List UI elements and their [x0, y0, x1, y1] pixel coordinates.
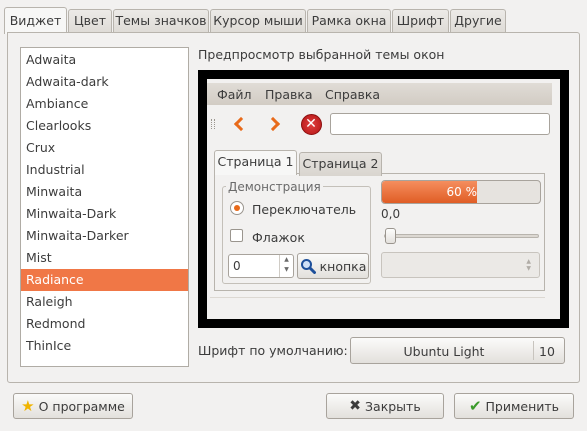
- tab-widget[interactable]: Виджет: [4, 7, 67, 34]
- demo-scale-knob[interactable]: [385, 228, 396, 244]
- preview-entry[interactable]: [330, 113, 550, 135]
- tab-mouse-cursor[interactable]: Курсор мыши: [210, 9, 306, 33]
- font-separator: [533, 341, 534, 360]
- theme-item-minwaita-darker[interactable]: Minwaita-Darker: [21, 225, 188, 247]
- spin-value: 0: [233, 259, 241, 273]
- tab-icon-themes[interactable]: Темы значков: [113, 9, 209, 33]
- tab-other[interactable]: Другие: [450, 9, 506, 33]
- menu-help[interactable]: Справка: [325, 87, 380, 102]
- menu-file[interactable]: Файл: [217, 87, 252, 102]
- forward-icon[interactable]: [263, 112, 287, 136]
- close-button[interactable]: ✖ Закрыть: [326, 393, 444, 419]
- tab-window-border[interactable]: Рамка окна: [307, 9, 391, 33]
- combo-arrows-icon: ▲ ▼: [526, 258, 531, 272]
- demo-spin-button[interactable]: 0 ▲ ▼: [228, 254, 294, 278]
- about-button-label: О программе: [38, 398, 125, 414]
- apply-button-label: Применить: [485, 398, 560, 414]
- theme-item-adwaita-dark[interactable]: Adwaita-dark: [21, 71, 188, 93]
- demo-scale-track[interactable]: [384, 234, 539, 238]
- menu-edit[interactable]: Правка: [265, 87, 313, 102]
- theme-item-adwaita[interactable]: Adwaita: [21, 49, 188, 71]
- demo-radio[interactable]: [230, 201, 244, 215]
- theme-item-minwaita[interactable]: Minwaita: [21, 181, 188, 203]
- demo-checkbox[interactable]: [230, 229, 243, 242]
- preview-label: Предпросмотр выбранной темы окон: [198, 47, 445, 62]
- search-icon: [300, 259, 316, 274]
- font-size: 10: [539, 344, 555, 359]
- theme-item-ambiance[interactable]: Ambiance: [21, 93, 188, 115]
- close-icon: ✖: [349, 398, 362, 414]
- preview-tab-page1[interactable]: Страница 1: [214, 150, 297, 175]
- progress-text: 60 %: [446, 185, 478, 199]
- theme-item-raleigh[interactable]: Raleigh: [21, 291, 188, 313]
- demo-frame-label: Демонстрация: [226, 180, 323, 194]
- spin-arrows-icon[interactable]: ▲ ▼: [279, 255, 293, 277]
- preview-tab-page2[interactable]: Страница 2: [299, 152, 382, 176]
- theme-list[interactable]: Adwaita Adwaita-dark Ambiance Clearlooks…: [20, 47, 189, 367]
- demo-checkbox-label: Флажок: [252, 230, 305, 245]
- font-name: Ubuntu Light: [403, 344, 485, 359]
- preview-statusbar: [210, 297, 545, 314]
- theme-item-thinice[interactable]: ThinIce: [21, 335, 188, 357]
- theme-item-industrial[interactable]: Industrial: [21, 159, 188, 181]
- theme-item-redmond[interactable]: Redmond: [21, 313, 188, 335]
- demo-search-button[interactable]: кнопка: [297, 253, 369, 279]
- theme-item-radiance-selected[interactable]: Radiance: [21, 269, 188, 291]
- tab-font[interactable]: Шрифт: [392, 9, 449, 33]
- about-button[interactable]: ★ О программе: [13, 393, 133, 419]
- star-icon: ★: [21, 396, 35, 415]
- theme-item-mist[interactable]: Mist: [21, 247, 188, 269]
- scale-value: 0,0: [381, 207, 401, 221]
- demo-button-label: кнопка: [319, 258, 367, 274]
- radio-selected-dot: [234, 205, 240, 211]
- demo-radio-label: Переключатель: [252, 202, 357, 217]
- tab-color[interactable]: Цвет: [68, 9, 112, 33]
- close-button-label: Закрыть: [365, 398, 421, 414]
- font-chooser-button[interactable]: Ubuntu Light 10: [350, 337, 565, 364]
- stop-icon[interactable]: ✕: [299, 112, 323, 136]
- apply-button[interactable]: ✔ Применить: [454, 393, 574, 419]
- check-icon: ✔: [468, 397, 482, 415]
- theme-item-clearlooks[interactable]: Clearlooks: [21, 115, 188, 137]
- toolbar-grip-icon: [211, 119, 215, 129]
- theme-item-minwaita-dark[interactable]: Minwaita-Dark: [21, 203, 188, 225]
- theme-item-crux[interactable]: Crux: [21, 137, 188, 159]
- back-icon[interactable]: [226, 112, 250, 136]
- demo-progress-bar: 60 %: [381, 180, 541, 204]
- demo-combo-disabled: ▲ ▼: [381, 252, 540, 278]
- default-font-label: Шрифт по умолчанию:: [198, 343, 348, 358]
